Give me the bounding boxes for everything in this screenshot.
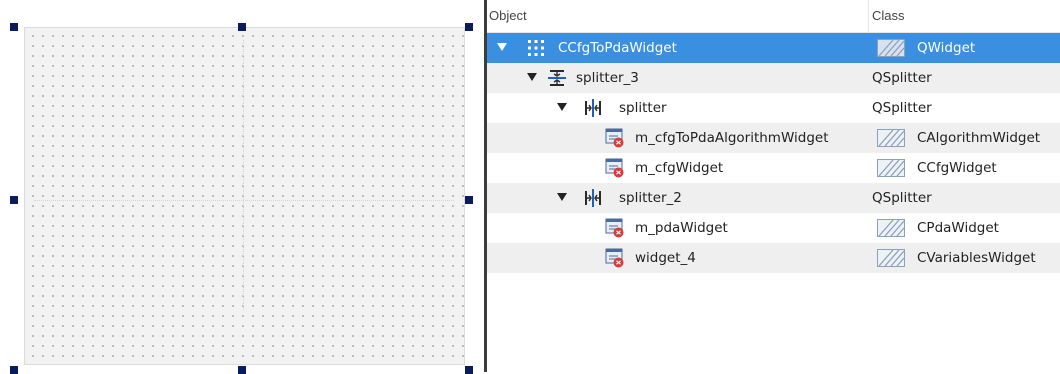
horizontal-splitter-icon: [585, 189, 601, 207]
hatched-widget-class-icon: [877, 39, 905, 57]
resize-handle-right[interactable]: [465, 196, 473, 204]
object-name: m_cfgWidget: [635, 160, 724, 176]
class-name: CPdaWidget: [917, 220, 999, 236]
class-name: CCfgWidget: [917, 160, 997, 176]
class-name: QSplitter: [872, 70, 932, 86]
tree-row-m-pdawidget[interactable]: m_pdaWidget CPdaWidget: [487, 213, 1060, 243]
resize-handle-top[interactable]: [238, 23, 246, 31]
expand-arrow-icon[interactable]: [527, 73, 537, 81]
resize-handle-bottom-right[interactable]: [465, 366, 473, 374]
form-editor-canvas[interactable]: [0, 0, 484, 374]
object-name: splitter: [619, 100, 667, 116]
promoted-widget-icon: [605, 158, 624, 178]
hatched-widget-class-icon: [877, 219, 905, 237]
resize-handle-bottom[interactable]: [238, 366, 246, 374]
expand-arrow-icon[interactable]: [557, 103, 567, 111]
object-name: CCfgToPdaWidget: [558, 40, 677, 56]
expand-arrow-icon[interactable]: [557, 193, 567, 201]
column-separator[interactable]: [868, 0, 869, 32]
class-name: QSplitter: [872, 190, 932, 206]
hatched-widget-class-icon: [877, 249, 905, 267]
column-header-class[interactable]: Class: [872, 0, 905, 32]
class-name: CVariablesWidget: [917, 250, 1036, 266]
vertical-splitter-icon: [548, 70, 566, 86]
promoted-widget-icon: [605, 218, 624, 238]
expand-arrow-icon[interactable]: [497, 43, 507, 51]
object-name: widget_4: [635, 250, 696, 266]
resize-handle-bottom-left[interactable]: [10, 366, 18, 374]
splitter-guide-horizontal: [34, 200, 454, 201]
class-name: CAlgorithmWidget: [917, 130, 1041, 146]
tree-row-ccfgtopdawidget[interactable]: CCfgToPdaWidget QWidget: [487, 33, 1060, 63]
grid-layout-icon: [528, 40, 544, 56]
resize-handle-left[interactable]: [10, 196, 18, 204]
object-inspector: Object Class CCfgToPdaWidget QWidget spl…: [487, 0, 1060, 372]
tree-row-m-cfgtopdaalgorithmwidget[interactable]: m_cfgToPdaAlgorithmWidget CAlgorithmWidg…: [487, 123, 1060, 153]
inspector-header: Object Class: [487, 0, 1060, 33]
tree-row-m-cfgwidget[interactable]: m_cfgWidget CCfgWidget: [487, 153, 1060, 183]
resize-handle-top-left[interactable]: [10, 23, 18, 31]
object-name: splitter_2: [619, 190, 682, 206]
resize-handle-top-right[interactable]: [465, 23, 473, 31]
horizontal-splitter-icon: [585, 99, 601, 117]
form-widget-frame[interactable]: [24, 27, 465, 365]
hatched-widget-class-icon: [877, 159, 905, 177]
object-name: m_pdaWidget: [635, 220, 728, 236]
class-name: QSplitter: [872, 100, 932, 116]
tree-row-splitter[interactable]: splitter QSplitter: [487, 93, 1060, 123]
tree-row-splitter-2[interactable]: splitter_2 QSplitter: [487, 183, 1060, 213]
tree-row-splitter-3[interactable]: splitter_3 QSplitter: [487, 63, 1060, 93]
object-name: splitter_3: [576, 70, 639, 86]
column-header-object[interactable]: Object: [489, 0, 527, 32]
promoted-widget-icon: [605, 248, 624, 268]
promoted-widget-icon: [605, 128, 624, 148]
splitter-guide-vertical: [243, 40, 244, 310]
object-name: m_cfgToPdaAlgorithmWidget: [635, 130, 829, 146]
class-name: QWidget: [917, 40, 976, 56]
hatched-widget-class-icon: [877, 129, 905, 147]
tree-row-widget-4[interactable]: widget_4 CVariablesWidget: [487, 243, 1060, 273]
